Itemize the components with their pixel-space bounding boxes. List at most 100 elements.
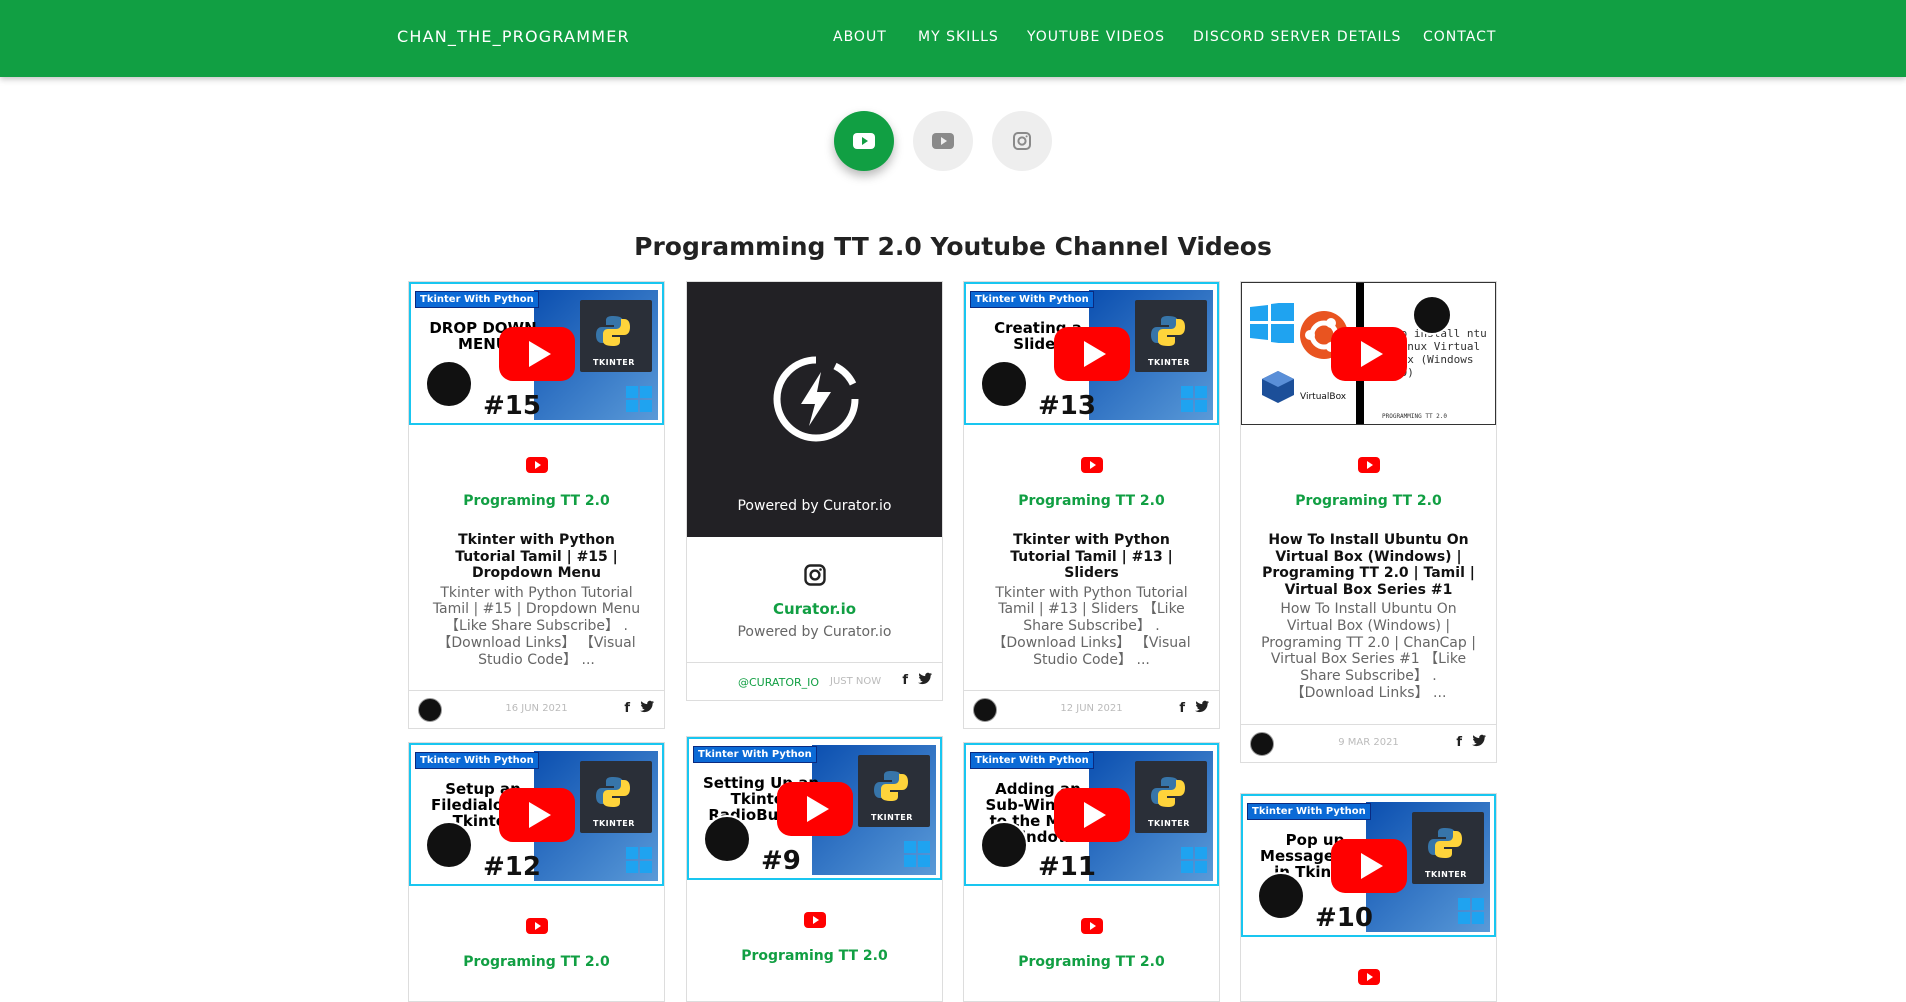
tkinter-label: TKINTER <box>1148 819 1190 828</box>
youtube-icon <box>932 133 954 149</box>
channel-badge <box>980 821 1028 869</box>
play-button[interactable] <box>1053 326 1130 381</box>
youtube-filter-button[interactable] <box>834 111 894 171</box>
channel-name[interactable]: Programing TT 2.0 <box>705 948 924 964</box>
channel-badge <box>425 360 473 408</box>
twitter-share-icon[interactable] <box>918 672 932 685</box>
nav-contact[interactable]: CONTACT <box>1423 29 1496 45</box>
youtube-icon <box>803 912 826 928</box>
twitter-share-icon[interactable] <box>640 700 654 713</box>
video-card[interactable]: Tkinter With Python Setting Up an Tkinte… <box>686 736 943 1002</box>
thumb-episode: #11 <box>1038 852 1096 882</box>
facebook-share-icon[interactable]: f <box>624 701 630 716</box>
tkinter-label: TKINTER <box>871 813 913 822</box>
thumb-tag: Tkinter With Python <box>1247 803 1371 820</box>
nav-my-skills[interactable]: MY SKILLS <box>918 29 999 45</box>
twitter-share-icon[interactable] <box>1472 734 1486 747</box>
tkinter-label: TKINTER <box>1148 358 1190 367</box>
top-navbar: CHAN_THE_PROGRAMMER ABOUT MY SKILLS YOUT… <box>0 0 1906 77</box>
windows-logo-icon <box>626 386 652 412</box>
play-button[interactable] <box>1330 838 1407 893</box>
channel-badge <box>425 821 473 869</box>
video-title: How To Install Ubuntu On Virtual Box (Wi… <box>1262 532 1475 598</box>
channel-name[interactable]: Programing TT 2.0 <box>982 493 1201 509</box>
channel-badge <box>1257 872 1305 920</box>
video-title: Tkinter with Python Tutorial Tamil | #15… <box>455 532 618 581</box>
nav-youtube-videos[interactable]: YOUTUBE VIDEOS <box>1027 29 1165 45</box>
channel-name[interactable]: Programing TT 2.0 <box>1259 493 1478 509</box>
video-description: Tkinter with Python Tutorial Tamil | #15… <box>432 584 641 668</box>
channel-name[interactable]: Programing TT 2.0 <box>427 493 646 509</box>
play-button[interactable] <box>498 787 575 842</box>
nav-about[interactable]: ABOUT <box>833 29 887 45</box>
curator-name[interactable]: Curator.io <box>705 600 924 618</box>
youtube-alt-filter-button[interactable] <box>913 111 973 171</box>
twitter-share-icon[interactable] <box>1195 700 1209 713</box>
windows-logo-icon <box>1181 847 1207 873</box>
channel-name[interactable]: Programing TT 2.0 <box>427 954 646 970</box>
channel-badge <box>980 360 1028 408</box>
instagram-icon <box>803 564 826 586</box>
facebook-share-icon[interactable]: f <box>902 673 908 688</box>
thumb-tag: Tkinter With Python <box>415 291 539 308</box>
video-card[interactable]: Tkinter With Python Pop up Message box i… <box>1240 793 1497 1002</box>
youtube-icon <box>525 918 548 934</box>
tkinter-label: TKINTER <box>593 819 635 828</box>
youtube-icon <box>1357 457 1380 473</box>
facebook-share-icon[interactable]: f <box>1179 701 1185 716</box>
video-thumbnail[interactable]: VirtualBox to install ntu Linux Virtual … <box>1241 282 1496 425</box>
video-card[interactable]: Tkinter With Python Adding an Sub-Window… <box>963 742 1220 1002</box>
video-thumbnail[interactable]: Tkinter With Python Adding an Sub-Window… <box>964 743 1219 886</box>
windows-logo-icon <box>1458 898 1484 924</box>
tkinter-label: TKINTER <box>1425 870 1467 879</box>
virtualbox-label: VirtualBox <box>1300 392 1347 402</box>
youtube-icon <box>525 457 548 473</box>
curator-card[interactable]: Powered by Curator.io Curator.io Powered… <box>686 281 943 701</box>
youtube-icon <box>1080 918 1103 934</box>
curator-thumbnail: Powered by Curator.io <box>687 282 942 537</box>
channel-name[interactable]: Programing TT 2.0 <box>982 954 1201 970</box>
video-thumbnail[interactable]: Tkinter With Python Creating a Slider #1… <box>964 282 1219 425</box>
post-time: JUST NOW <box>830 676 882 687</box>
video-thumbnail[interactable]: Tkinter With Python DROP DOWN MENU #15 T… <box>409 282 664 425</box>
curator-handle-link[interactable]: @CURATOR_IO <box>738 676 819 689</box>
windows-logo-icon <box>904 841 930 867</box>
windows-logo-icon <box>626 847 652 873</box>
video-thumbnail[interactable]: Tkinter With Python Setting Up an Tkinte… <box>687 737 942 880</box>
thumb-episode: #10 <box>1315 903 1373 933</box>
play-button[interactable] <box>776 781 853 836</box>
youtube-icon <box>1080 457 1103 473</box>
thumb-tag: Tkinter With Python <box>693 746 817 763</box>
instagram-filter-button[interactable] <box>992 111 1052 171</box>
play-button[interactable] <box>1330 326 1407 381</box>
play-button[interactable] <box>498 326 575 381</box>
thumb-episode: #15 <box>483 391 541 421</box>
python-logo-icon <box>1428 828 1462 858</box>
video-thumbnail[interactable]: Tkinter With Python Setup an Filedialog … <box>409 743 664 886</box>
thumb-brand: PROGRAMMING TT 2.0 <box>1382 413 1448 420</box>
thumb-tag: Tkinter With Python <box>970 291 1094 308</box>
video-title: Tkinter with Python Tutorial Tamil | #13… <box>1010 532 1173 581</box>
video-card[interactable]: VirtualBox to install ntu Linux Virtual … <box>1240 281 1497 763</box>
facebook-share-icon[interactable]: f <box>1456 735 1462 750</box>
instagram-icon <box>1013 132 1031 150</box>
play-button[interactable] <box>1053 787 1130 842</box>
tkinter-label: TKINTER <box>593 358 635 367</box>
youtube-icon <box>1357 969 1380 985</box>
curator-bolt-logo-icon <box>773 356 859 442</box>
curator-subtitle: Powered by Curator.io <box>737 624 892 640</box>
thumb-title: to install ntu Linux Virtual Box (Window… <box>1394 327 1487 379</box>
youtube-icon <box>853 133 875 149</box>
video-card[interactable]: Tkinter With Python Setup an Filedialog … <box>408 742 665 1002</box>
thumb-tag: Tkinter With Python <box>970 752 1094 769</box>
nav-discord-server-details[interactable]: DISCORD SERVER DETAILS <box>1193 29 1401 45</box>
thumb-episode: #12 <box>483 852 541 882</box>
video-card[interactable]: Tkinter With Python Creating a Slider #1… <box>963 281 1220 730</box>
brand-link[interactable]: CHAN_THE_PROGRAMMER <box>397 27 630 46</box>
video-card[interactable]: Tkinter With Python DROP DOWN MENU #15 T… <box>408 281 665 730</box>
powered-by-label: Powered by Curator.io <box>737 498 892 514</box>
video-thumbnail[interactable]: Tkinter With Python Pop up Message box i… <box>1241 794 1496 937</box>
windows-logo-icon <box>1250 303 1294 343</box>
python-logo-icon <box>596 777 630 807</box>
windows-logo-icon <box>1181 386 1207 412</box>
